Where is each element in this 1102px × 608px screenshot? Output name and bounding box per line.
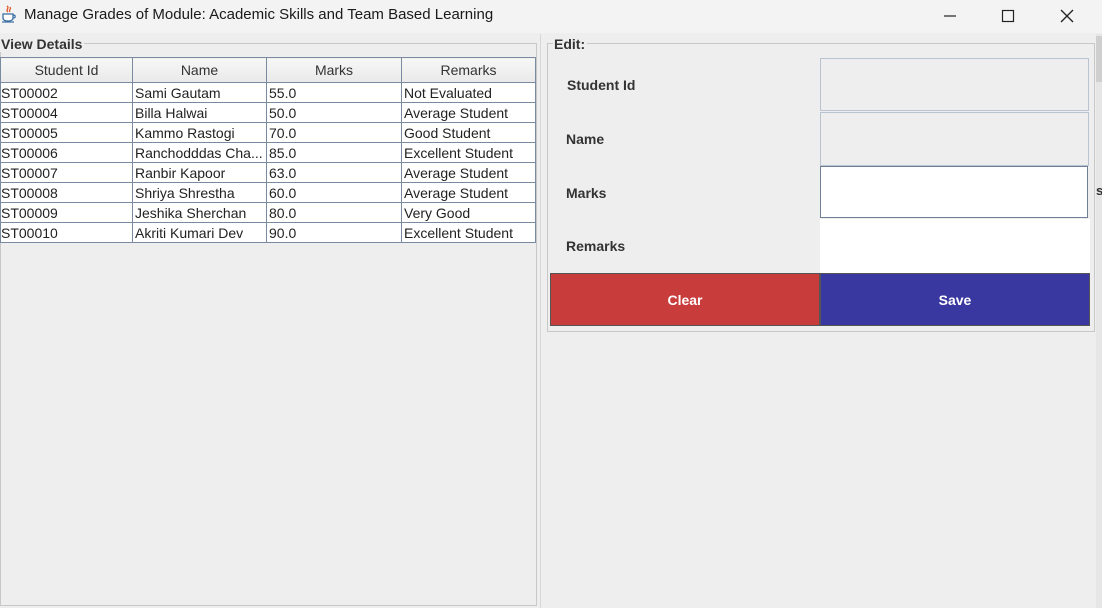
table-row[interactable]: ST00009 Jeshika Sherchan 80.0 Very Good: [0, 202, 536, 223]
cell-student-id[interactable]: ST00004: [0, 102, 133, 123]
remarks-label: Remarks: [566, 238, 626, 254]
cell-name[interactable]: Kammo Rastogi: [132, 122, 267, 143]
split-divider[interactable]: [540, 34, 541, 608]
marks-label: Marks: [566, 185, 607, 201]
cell-marks[interactable]: 70.0: [266, 122, 402, 143]
vertical-scrollbar[interactable]: [1096, 34, 1102, 608]
clipped-edge-text: s: [1096, 183, 1102, 198]
cell-remarks[interactable]: Excellent Student: [401, 222, 536, 243]
table-row[interactable]: ST00006 Ranchodddas Cha... 85.0 Excellen…: [0, 142, 536, 163]
cell-name[interactable]: Ranbir Kapoor: [132, 162, 267, 183]
cell-remarks[interactable]: Average Student: [401, 102, 536, 123]
table-header-row: Student Id Name Marks Remarks: [0, 57, 536, 83]
table-row[interactable]: ST00007 Ranbir Kapoor 63.0 Average Stude…: [0, 162, 536, 183]
cell-name[interactable]: Billa Halwai: [132, 102, 267, 123]
cell-remarks[interactable]: Very Good: [401, 202, 536, 223]
table-row[interactable]: ST00005 Kammo Rastogi 70.0 Good Student: [0, 122, 536, 143]
cell-student-id[interactable]: ST00005: [0, 122, 133, 143]
minimize-button[interactable]: [921, 0, 979, 32]
cell-student-id[interactable]: ST00010: [0, 222, 133, 243]
cell-remarks[interactable]: Average Student: [401, 182, 536, 203]
cell-student-id[interactable]: ST00007: [0, 162, 133, 183]
student-id-label: Student Id: [567, 77, 636, 93]
table-row[interactable]: ST00008 Shriya Shrestha 60.0 Average Stu…: [0, 182, 536, 203]
cell-student-id[interactable]: ST00006: [0, 142, 133, 163]
cell-marks[interactable]: 85.0: [266, 142, 402, 163]
cell-marks[interactable]: 55.0: [266, 82, 402, 103]
column-header-marks[interactable]: Marks: [266, 57, 402, 83]
grades-table[interactable]: Student Id Name Marks Remarks ST00002 Sa…: [0, 57, 536, 243]
name-label: Name: [566, 131, 605, 147]
clear-button[interactable]: Clear: [550, 273, 820, 326]
cell-student-id[interactable]: ST00008: [0, 182, 133, 203]
scrollbar-thumb[interactable]: [1096, 36, 1102, 82]
cell-remarks[interactable]: Not Evaluated: [401, 82, 536, 103]
save-button[interactable]: Save: [820, 273, 1090, 326]
cell-name[interactable]: Jeshika Sherchan: [132, 202, 267, 223]
cell-student-id[interactable]: ST00002: [0, 82, 133, 103]
column-header-remarks[interactable]: Remarks: [401, 57, 536, 83]
cell-remarks[interactable]: Average Student: [401, 162, 536, 183]
minimize-icon: [944, 15, 956, 17]
cell-student-id[interactable]: ST00009: [0, 202, 133, 223]
cell-marks[interactable]: 50.0: [266, 102, 402, 123]
cell-name[interactable]: Shriya Shrestha: [132, 182, 267, 203]
cell-marks[interactable]: 60.0: [266, 182, 402, 203]
table-row[interactable]: ST00002 Sami Gautam 55.0 Not Evaluated: [0, 82, 536, 103]
cell-marks[interactable]: 80.0: [266, 202, 402, 223]
column-header-student-id[interactable]: Student Id: [0, 57, 133, 83]
cell-remarks[interactable]: Good Student: [401, 122, 536, 143]
edit-legend: Edit:: [553, 36, 588, 52]
close-button[interactable]: [1038, 0, 1096, 32]
cell-marks[interactable]: 90.0: [266, 222, 402, 243]
student-id-field[interactable]: [820, 58, 1089, 111]
column-header-name[interactable]: Name: [132, 57, 267, 83]
cell-name[interactable]: Akriti Kumari Dev: [132, 222, 267, 243]
close-icon: [1060, 9, 1074, 23]
window-title: Manage Grades of Module: Academic Skills…: [24, 6, 494, 23]
java-app-icon: [2, 5, 16, 23]
cell-remarks[interactable]: Excellent Student: [401, 142, 536, 163]
table-row[interactable]: ST00010 Akriti Kumari Dev 90.0 Excellent…: [0, 222, 536, 243]
table-row[interactable]: ST00004 Billa Halwai 50.0 Average Studen…: [0, 102, 536, 123]
marks-field[interactable]: [820, 166, 1088, 218]
name-field[interactable]: [820, 112, 1089, 166]
maximize-icon: [1001, 9, 1015, 23]
title-bar: Manage Grades of Module: Academic Skills…: [0, 0, 1102, 33]
cell-marks[interactable]: 63.0: [266, 162, 402, 183]
cell-name[interactable]: Sami Gautam: [132, 82, 267, 103]
maximize-button[interactable]: [979, 0, 1037, 32]
remarks-field[interactable]: [820, 219, 1090, 273]
cell-name[interactable]: Ranchodddas Cha...: [132, 142, 267, 163]
view-details-legend: View Details: [0, 36, 85, 52]
